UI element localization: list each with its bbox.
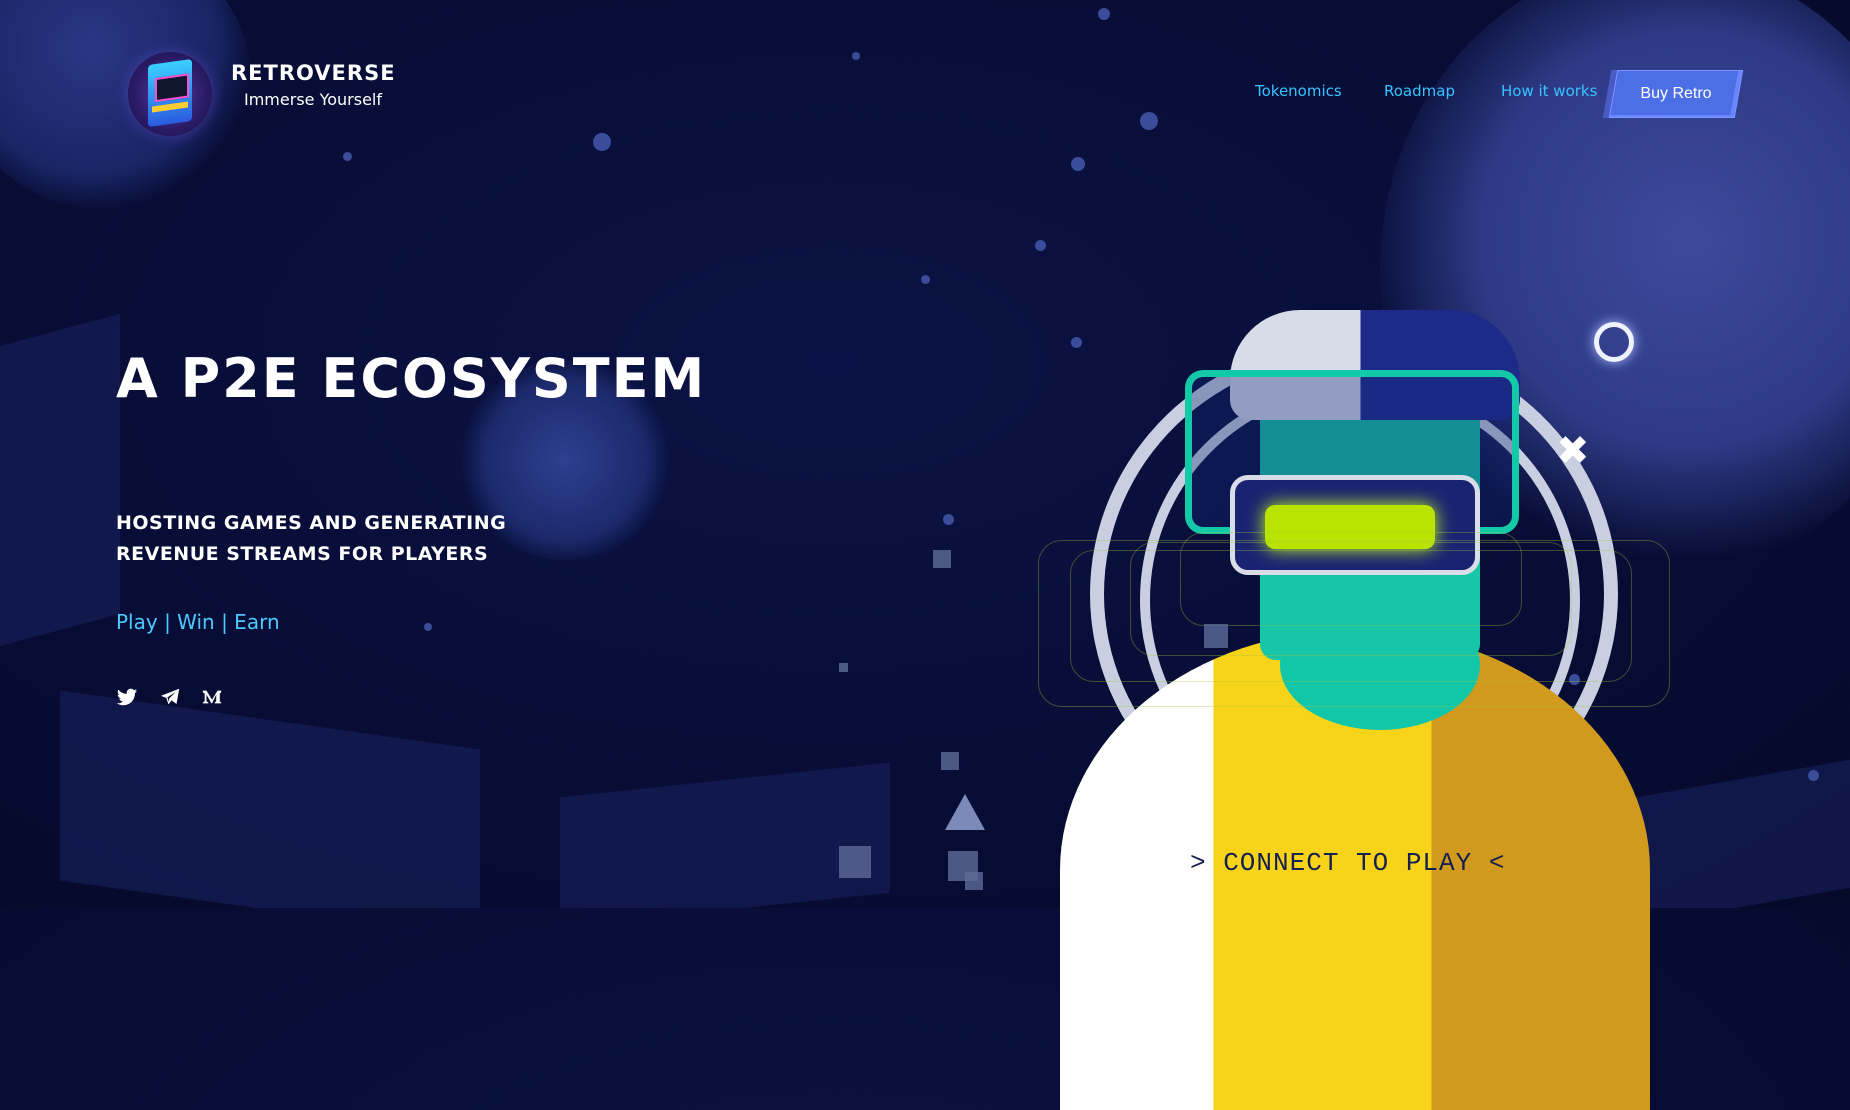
play-win-earn: Play | Win | Earn: [116, 610, 280, 634]
cube: [941, 752, 959, 770]
star: [1808, 770, 1819, 781]
star: [1098, 8, 1110, 20]
star: [343, 152, 352, 161]
brand-title: RETROVERSE: [231, 61, 396, 85]
vr-character-illustration: [1030, 300, 1670, 1110]
medium-icon[interactable]: [201, 686, 223, 708]
rock-shard: [560, 762, 890, 908]
nav-roadmap[interactable]: Roadmap: [1384, 82, 1455, 100]
star: [1035, 240, 1046, 251]
rock-shard: [60, 690, 480, 908]
star: [943, 514, 954, 525]
cube: [839, 846, 871, 878]
planet-top-left: [0, 0, 250, 210]
glow-line: [1038, 540, 1670, 707]
star: [852, 52, 860, 60]
rock-shard: [0, 313, 120, 647]
nav-how-it-works[interactable]: How it works: [1501, 82, 1597, 100]
star: [1140, 112, 1158, 130]
arcade-cabinet-icon: [148, 58, 192, 128]
logo[interactable]: [128, 52, 212, 136]
cube: [965, 872, 983, 890]
star: [593, 133, 611, 151]
cross-icon: ✖: [1556, 428, 1590, 474]
buy-retro-label: Buy Retro: [1640, 85, 1712, 102]
buy-retro-button[interactable]: Buy Retro: [1608, 70, 1744, 118]
cube: [933, 550, 951, 568]
star: [921, 275, 930, 284]
connect-to-play-button[interactable]: > CONNECT TO PLAY <: [1190, 848, 1505, 878]
hero-heading: A P2E ECOSYSTEM: [116, 347, 707, 410]
cube: [1204, 624, 1228, 648]
twitter-icon[interactable]: [116, 686, 138, 708]
hero-tagline: HOSTING GAMES AND GENERATING REVENUE STR…: [116, 512, 507, 565]
telegram-icon[interactable]: [159, 686, 181, 708]
circle-icon: [1594, 322, 1634, 362]
cube: [839, 663, 848, 672]
brand-subtitle: Immerse Yourself: [244, 90, 382, 109]
triangle-shape: [945, 794, 985, 830]
star: [1071, 157, 1085, 171]
nav-tokenomics[interactable]: Tokenomics: [1255, 82, 1342, 100]
star: [424, 623, 432, 631]
